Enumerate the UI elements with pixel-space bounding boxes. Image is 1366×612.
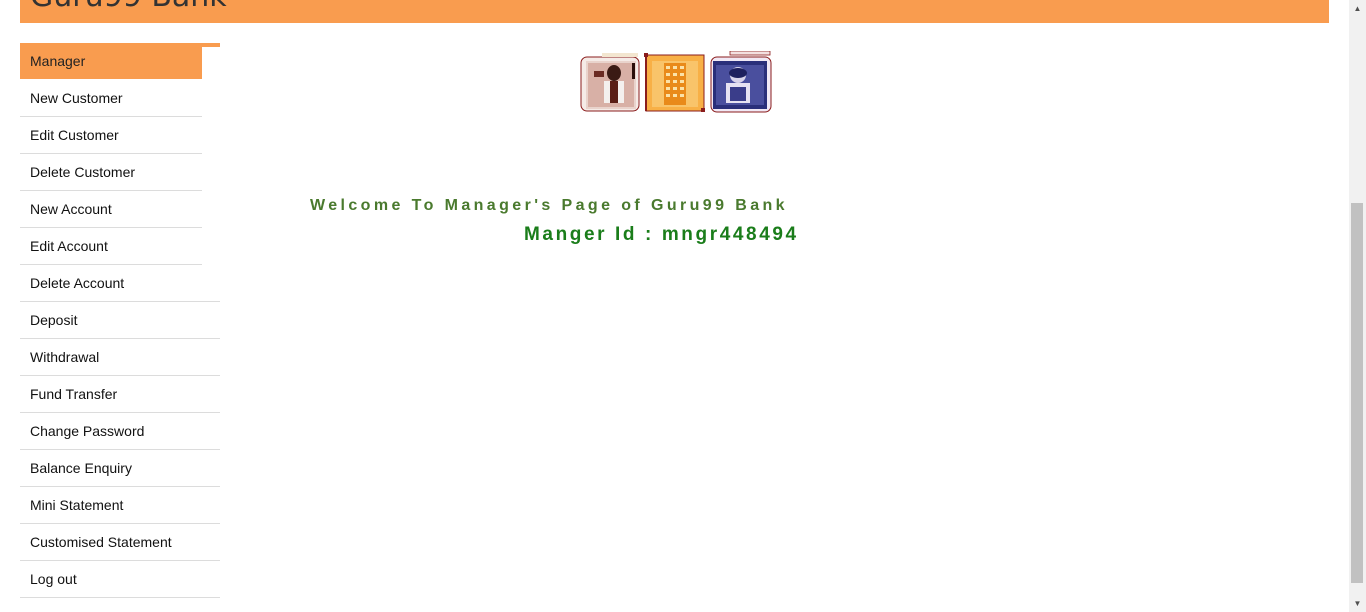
sidebar-item-edit-customer[interactable]: Edit Customer xyxy=(20,117,202,154)
scroll-up-arrow-icon[interactable]: ▲ xyxy=(1349,0,1366,17)
manager-id-text: Manger Id : mngr448494 xyxy=(524,224,799,245)
sidebar-item-delete-customer[interactable]: Delete Customer xyxy=(20,154,202,191)
scroll-down-arrow-icon[interactable]: ▼ xyxy=(1349,595,1366,612)
sidebar-menu: Manager New Customer Edit Customer Delet… xyxy=(20,43,220,598)
scroll-thumb[interactable] xyxy=(1351,203,1363,583)
page: Guru99 Bank Manager New Customer Edit Cu… xyxy=(0,0,1366,612)
sidebar-item-mini-statement[interactable]: Mini Statement xyxy=(20,487,220,524)
sidebar-item-new-account[interactable]: New Account xyxy=(20,191,202,228)
sidebar-item-new-customer[interactable]: New Customer xyxy=(20,80,202,117)
sidebar: Manager New Customer Edit Customer Delet… xyxy=(20,43,220,598)
sidebar-item-log-out[interactable]: Log out xyxy=(20,561,220,598)
bank-banner-image xyxy=(580,50,772,114)
welcome-message: Welcome To Manager's Page of Guru99 Bank xyxy=(310,197,788,214)
sidebar-item-customised-statement[interactable]: Customised Statement xyxy=(20,524,220,561)
sidebar-item-fund-transfer[interactable]: Fund Transfer xyxy=(20,376,220,413)
sidebar-item-change-password[interactable]: Change Password xyxy=(20,413,220,450)
vertical-scrollbar[interactable]: ▲ ▼ xyxy=(1349,0,1366,612)
header-bar: Guru99 Bank xyxy=(20,0,1329,23)
sidebar-item-balance-enquiry[interactable]: Balance Enquiry xyxy=(20,450,220,487)
sidebar-item-manager[interactable]: Manager xyxy=(20,43,202,79)
sidebar-item-edit-account[interactable]: Edit Account xyxy=(20,228,202,265)
sidebar-item-withdrawal[interactable]: Withdrawal xyxy=(20,339,220,376)
sidebar-item-delete-account[interactable]: Delete Account xyxy=(20,265,220,302)
sidebar-item-deposit[interactable]: Deposit xyxy=(20,302,220,339)
site-title: Guru99 Bank xyxy=(30,0,227,15)
